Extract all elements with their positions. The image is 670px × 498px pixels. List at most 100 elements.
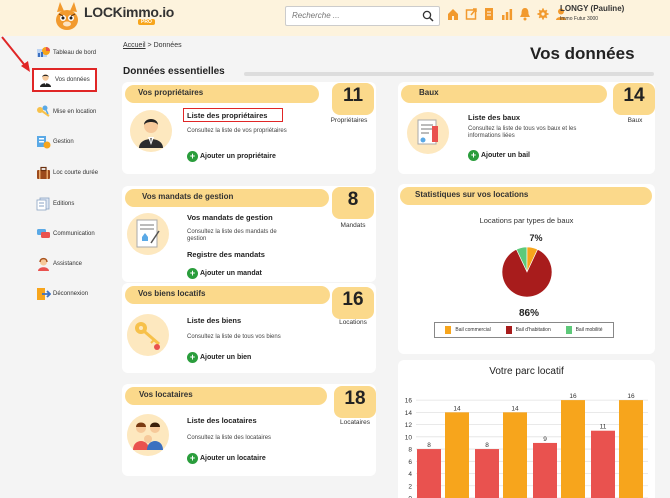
count-label: Locataires xyxy=(340,419,370,426)
logout-icon xyxy=(37,288,51,300)
sidebar-item-assistance[interactable]: Assistance xyxy=(36,257,82,271)
count-value: 14 xyxy=(623,85,645,106)
card-header: Vos locataires xyxy=(125,387,327,405)
y-tick-label: 12 xyxy=(405,422,413,429)
sidebar-item-label: Tableau de bord xyxy=(53,50,97,56)
add-mandate-button[interactable]: + Ajouter un mandat xyxy=(187,268,262,279)
add-label: Ajouter un mandat xyxy=(200,270,262,277)
plus-icon: + xyxy=(187,453,198,464)
count-value: 11 xyxy=(342,85,364,106)
count-badge-proprietaires: 11 xyxy=(332,83,374,115)
add-owner-button[interactable]: + Ajouter un propriétaire xyxy=(187,151,276,162)
count-value: 18 xyxy=(344,388,366,409)
page-title: Vos données xyxy=(530,44,635,63)
add-label: Ajouter un bail xyxy=(481,152,530,159)
count-label: Mandats xyxy=(340,222,366,229)
user-company: Immo Futur 3000 xyxy=(560,16,599,22)
bar xyxy=(475,449,499,498)
y-tick-label: 14 xyxy=(405,410,413,417)
plus-icon: + xyxy=(187,352,198,363)
user-name[interactable]: LONGY (Pauline) xyxy=(560,4,624,13)
owner-avatar xyxy=(130,110,172,152)
lease-avatar xyxy=(407,112,449,154)
businessman-icon xyxy=(139,119,163,148)
legend-item[interactable]: Bail d'habitation xyxy=(505,326,551,334)
legend-label: Bail mobilité xyxy=(575,327,603,333)
properties-list-link[interactable]: Liste des biens xyxy=(187,316,241,325)
add-property-button[interactable]: + Ajouter un bien xyxy=(187,352,251,363)
count-label: Locations xyxy=(339,319,367,326)
sidebar-item-label: Editions xyxy=(53,201,75,207)
sidebar-item-communication[interactable]: Communication xyxy=(36,227,95,241)
chart-icon[interactable] xyxy=(501,7,513,21)
external-link-icon[interactable] xyxy=(465,7,477,21)
logo[interactable]: LOCKimmo.io xyxy=(52,0,174,32)
management-icon xyxy=(37,136,51,149)
card-title: Vos locataires xyxy=(139,390,193,399)
section-title: Données essentielles xyxy=(123,66,225,77)
sidebar-item-label: Loc courte durée xyxy=(53,170,99,176)
search-icon[interactable] xyxy=(422,10,434,22)
sidebar-item-loc-courte-duree[interactable]: Loc courte durée xyxy=(36,166,98,180)
breadcrumb-separator: > xyxy=(145,42,154,49)
section-divider xyxy=(244,72,654,76)
sidebar-item-editions[interactable]: Editions xyxy=(36,197,74,211)
bar xyxy=(503,412,527,498)
settings-gear-icon[interactable] xyxy=(537,7,549,21)
breadcrumb-current: Données xyxy=(153,42,182,49)
y-tick-label: 8 xyxy=(408,447,412,454)
sidebar-item-vos-donnees[interactable]: Vos données xyxy=(32,68,97,92)
home-icon[interactable] xyxy=(447,7,459,21)
legend-item[interactable]: Bail mobilité xyxy=(565,326,603,334)
card-header: Vos mandats de gestion xyxy=(125,189,329,207)
sidebar-item-label: Déconnexion xyxy=(53,291,89,297)
plus-icon: + xyxy=(468,150,479,161)
legend-label: Bail d'habitation xyxy=(515,327,551,333)
count-badge-mandats: 8 xyxy=(332,187,374,219)
mandates-link[interactable]: Vos mandats de gestion xyxy=(187,213,273,222)
bar-data-label: 8 xyxy=(427,442,431,449)
sidebar-item-gestion[interactable]: Gestion xyxy=(36,135,74,149)
documents-icon xyxy=(36,197,50,211)
sidebar-item-label: Gestion xyxy=(53,139,74,145)
add-lease-button[interactable]: + Ajouter un bail xyxy=(468,150,530,161)
add-tenant-button[interactable]: + Ajouter un locataire xyxy=(187,453,266,464)
sidebar-item-tableau-de-bord[interactable]: Tableau de bord xyxy=(36,46,96,60)
legend-item[interactable]: Bail commercial xyxy=(445,326,491,334)
logo-text: LOCKimmo.io xyxy=(84,4,175,20)
document-icon[interactable] xyxy=(483,7,495,21)
legend-swatch xyxy=(505,326,512,334)
leases-list-link[interactable]: Liste des baux xyxy=(468,113,520,122)
user-icon xyxy=(40,74,51,87)
tenants-list-link[interactable]: Liste des locataires xyxy=(187,416,257,425)
search-input[interactable]: Recherche ... xyxy=(285,6,440,26)
add-label: Ajouter un locataire xyxy=(200,455,266,462)
add-label: Ajouter un propriétaire xyxy=(200,153,276,160)
card-title: Vos mandats de gestion xyxy=(142,192,234,201)
pie-chart-title: Locations par types de baux xyxy=(479,216,574,225)
tenant-avatar xyxy=(127,414,169,456)
count-label: Baux xyxy=(627,117,643,124)
breadcrumb-home-link[interactable]: Accueil xyxy=(123,42,146,49)
card-header: Vos propriétaires xyxy=(125,85,319,103)
bar-data-label: 14 xyxy=(511,405,519,412)
count-value: 8 xyxy=(347,189,359,210)
legend-label: Bail commercial xyxy=(455,327,491,333)
card-description: Consultez la liste des mandats de gestio… xyxy=(187,229,277,242)
card-title: Vos propriétaires xyxy=(138,88,204,97)
card-title: Baux xyxy=(419,88,439,97)
annotation-arrow-icon xyxy=(1,36,30,72)
mandate-register-link[interactable]: Registre des mandats xyxy=(187,250,265,259)
bar-data-label: 11 xyxy=(600,424,607,431)
count-badge-baux: 14 xyxy=(613,83,655,115)
card-header: Statistiques sur vos locations xyxy=(400,187,652,205)
sidebar-item-mise-en-location[interactable]: Mise en location xyxy=(36,105,96,119)
contract-icon xyxy=(136,219,160,248)
bell-icon[interactable] xyxy=(519,7,531,21)
mandate-avatar xyxy=(127,213,169,255)
add-label: Ajouter un bien xyxy=(200,354,252,361)
suitcase-icon xyxy=(37,166,50,179)
bar-data-label: 9 xyxy=(543,436,547,443)
bar-chart-title: Votre parc locatif xyxy=(489,366,564,377)
sidebar-item-deconnexion[interactable]: Déconnexion xyxy=(36,287,88,301)
